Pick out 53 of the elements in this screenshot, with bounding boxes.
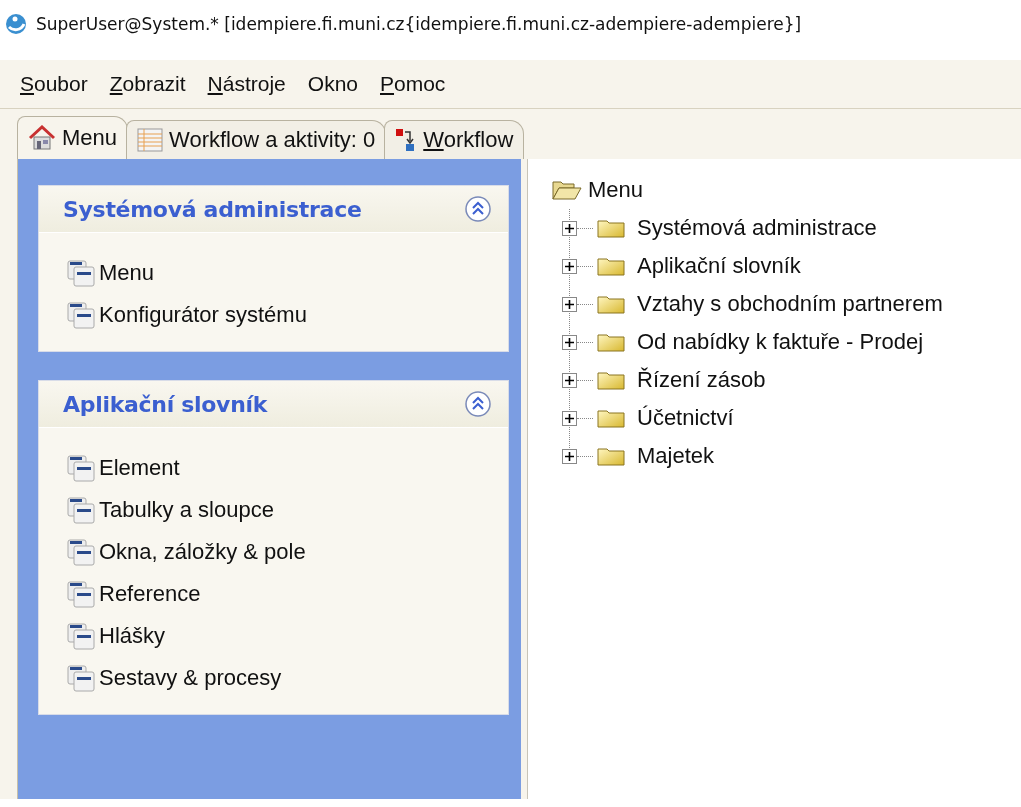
plus-box-icon[interactable] — [562, 372, 577, 388]
table-icon — [137, 128, 164, 152]
tree-node[interactable]: Menu — [552, 171, 1021, 209]
plus-box-icon[interactable] — [562, 258, 577, 274]
tree-node[interactable]: Aplikační slovník — [637, 253, 801, 279]
plus-box-icon[interactable] — [562, 334, 577, 350]
open-folder-icon — [552, 180, 582, 200]
tree-node[interactable]: Majetek — [637, 443, 715, 469]
window-icon — [67, 622, 95, 650]
menu-link[interactable]: Reference — [67, 580, 508, 608]
plus-box-icon[interactable] — [562, 448, 577, 464]
tree-node[interactable]: Vztahy s obchodním partnerem — [637, 291, 943, 317]
window-icon — [67, 580, 95, 608]
window-title: SuperUser@System.* [idempiere.fi.muni.cz{idempiere.fi.muni.cz-adempiere-adempiere}] — [36, 14, 802, 34]
folder-icon — [597, 408, 625, 428]
window-icon — [67, 301, 95, 329]
window-icon — [67, 454, 95, 482]
plus-box-icon[interactable] — [562, 410, 577, 426]
menu-item[interactable]: Nástroje — [207, 72, 286, 96]
tree-node[interactable]: Od nabídky k faktuře - Prodej — [637, 329, 924, 355]
folder-icon — [597, 370, 625, 390]
folder-icon — [597, 256, 625, 276]
menu-item[interactable]: Soubor — [20, 72, 88, 96]
window-icon — [67, 538, 95, 566]
menu-link[interactable]: Hlášky — [67, 622, 508, 650]
tree-node[interactable]: Účetnictví — [637, 405, 734, 431]
tree-node[interactable]: Systémová administrace — [637, 215, 877, 241]
collapse-icon[interactable] — [464, 390, 492, 418]
tab[interactable]: Menu — [17, 116, 129, 159]
folder-icon — [597, 294, 625, 314]
house-icon — [28, 125, 56, 151]
menu-item[interactable]: Zobrazit — [109, 72, 186, 96]
tree-node[interactable]: Řízení zásob — [637, 367, 766, 393]
collapse-icon[interactable] — [464, 195, 492, 223]
window-icon — [67, 664, 95, 692]
tab[interactable]: Workflow — [384, 120, 525, 159]
menu-link[interactable]: Okna, záložky & pole — [67, 538, 508, 566]
app-logo-icon — [4, 12, 28, 36]
window-icon — [67, 259, 95, 287]
plus-box-icon[interactable] — [562, 296, 577, 312]
window-icon — [67, 496, 95, 524]
menu-item[interactable]: Okno — [307, 72, 358, 96]
menu-item[interactable]: Pomoc — [380, 72, 446, 96]
menu-link[interactable]: Konfigurátor systému — [67, 301, 508, 329]
folder-icon — [597, 446, 625, 466]
menu-link[interactable]: Element — [67, 454, 508, 482]
menu-link[interactable]: Sestavy & procesy — [67, 664, 508, 692]
tab[interactable]: Workflow a aktivity: 0 — [126, 120, 387, 159]
menu-link[interactable]: Menu — [67, 259, 508, 287]
folder-icon — [597, 332, 625, 352]
menu-link[interactable]: Tabulky a sloupce — [67, 496, 508, 524]
folder-icon — [597, 218, 625, 238]
plus-box-icon[interactable] — [562, 220, 577, 236]
